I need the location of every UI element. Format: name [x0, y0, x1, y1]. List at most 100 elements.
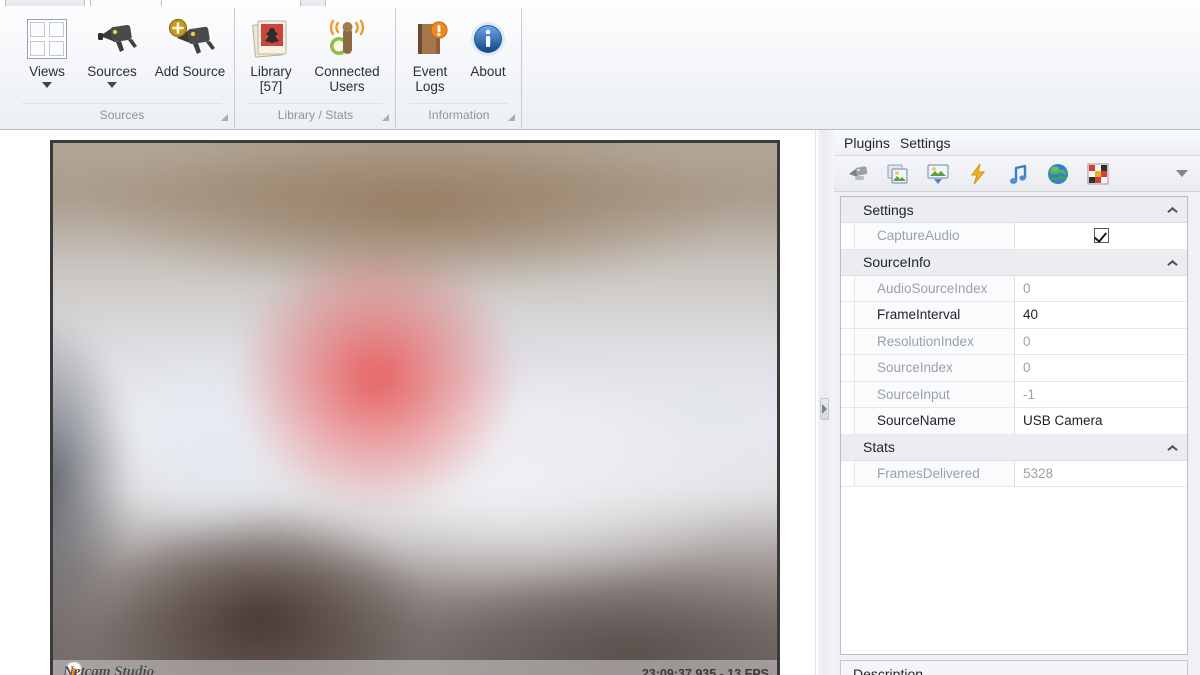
property-row-sourceinput[interactable]: SourceInput -1 — [841, 381, 1187, 408]
ribbon-button-about-label: About — [470, 64, 506, 79]
main-content: Netcam Studio 23:09:37.935 - 13 FPS Plug… — [0, 130, 1200, 675]
property-row-audiosourceindex[interactable]: AudioSourceIndex 0 — [841, 275, 1187, 302]
property-category-label: Stats — [863, 439, 895, 455]
property-category-label: Settings — [863, 201, 914, 218]
capture-audio-checkbox[interactable] — [1093, 228, 1109, 244]
video-status-overlay: Netcam Studio 23:09:37.935 - 13 FPS — [53, 660, 777, 675]
property-row-captureaudio[interactable]: CaptureAudio — [841, 223, 1187, 250]
info-circle-icon — [459, 16, 517, 62]
ribbon-group-information: Event Logs About Information — [397, 8, 522, 128]
property-value[interactable]: 5328 — [1015, 461, 1187, 487]
property-value[interactable]: 0 — [1015, 329, 1187, 355]
property-row-framesdelivered[interactable]: FramesDelivered 5328 — [841, 460, 1187, 487]
splitter-collapse-button[interactable] — [820, 398, 829, 420]
lightning-plugin-icon[interactable] — [966, 162, 990, 186]
panel-title-settings[interactable]: Settings — [900, 135, 951, 151]
globe-plugin-icon[interactable] — [1046, 162, 1070, 186]
video-timestamp: 23:09:37.935 - 13 FPS — [641, 667, 769, 675]
row-gutter — [841, 355, 855, 381]
property-category-label: SourceInfo — [863, 254, 931, 270]
ribbon-button-library[interactable]: Library [57] — [240, 12, 302, 94]
video-watermark: Netcam Studio — [63, 664, 155, 675]
description-title: Description — [853, 666, 924, 675]
ribbon-toolbar: Views Sources Add Source Sources Library… — [0, 6, 1200, 130]
row-gutter — [841, 460, 855, 486]
ribbon-button-event-logs-label: Event Logs — [412, 64, 448, 94]
camera-plus-icon — [146, 16, 234, 62]
audio-plugin-icon[interactable] — [1006, 162, 1030, 186]
ribbon-button-library-label: Library [57] — [250, 64, 292, 94]
panel-title-plugins[interactable]: Plugins — [844, 135, 890, 151]
property-category-row[interactable]: Settings — [841, 197, 1187, 223]
property-name: ResolutionIndex — [855, 328, 1015, 354]
chevron-right-icon — [822, 404, 827, 414]
property-value[interactable]: USB Camera — [1015, 408, 1187, 434]
dialog-launcher-icon[interactable] — [219, 112, 228, 121]
broadcast-user-icon — [302, 16, 392, 62]
property-row-frameinterval[interactable]: FrameInterval 40 — [841, 302, 1187, 329]
chevron-down-icon[interactable] — [107, 82, 117, 88]
video-preview[interactable]: Netcam Studio 23:09:37.935 - 13 FPS — [50, 140, 780, 675]
property-category-row[interactable]: SourceInfo — [841, 249, 1187, 276]
panel-header: Plugins Settings — [834, 130, 1200, 156]
property-grid[interactable]: Settings CaptureAudio SourceInfo AudioSo… — [840, 196, 1188, 655]
color-grid-plugin-icon[interactable] — [1086, 162, 1110, 186]
property-value[interactable]: 0 — [1015, 276, 1187, 302]
plugin-toolbar — [834, 156, 1200, 192]
image-save-plugin-icon[interactable] — [926, 162, 950, 186]
chevron-down-icon[interactable] — [1176, 170, 1188, 177]
photo-stack-icon — [240, 16, 302, 62]
ribbon-group-library-stats-label: Library / Stats — [277, 108, 354, 122]
property-row-sourcename[interactable]: SourceName USB Camera — [841, 408, 1187, 435]
description-panel: Description - - - Cancel — [840, 660, 1188, 675]
ribbon-group-library-stats: Library [57] Connected Users Library / S… — [236, 8, 396, 128]
ribbon-button-event-logs[interactable]: Event Logs — [401, 12, 459, 94]
pane-splitter[interactable] — [818, 130, 834, 675]
row-gutter — [841, 328, 855, 354]
image-copy-plugin-icon[interactable] — [886, 162, 910, 186]
property-value[interactable]: -1 — [1015, 382, 1187, 408]
book-alert-icon — [401, 16, 459, 62]
ribbon-button-views-label: Views — [29, 64, 65, 79]
chevron-up-icon[interactable] — [1167, 259, 1177, 266]
chevron-up-icon[interactable] — [1167, 206, 1177, 213]
property-value[interactable]: 0 — [1015, 355, 1187, 381]
chevron-down-icon[interactable] — [42, 82, 52, 88]
ribbon-button-sources[interactable]: Sources — [78, 12, 146, 88]
ribbon-button-add-source-label: Add Source — [154, 64, 226, 79]
row-gutter — [841, 223, 855, 249]
ribbon-button-about[interactable]: About — [459, 12, 517, 79]
video-frame-image — [53, 143, 777, 675]
property-name: SourceInput — [855, 381, 1015, 407]
ribbon-button-connected-users-label: Connected Users — [314, 64, 380, 94]
group-separator — [248, 103, 383, 104]
property-value[interactable]: 40 — [1015, 302, 1187, 328]
property-name: CaptureAudio — [855, 223, 1015, 249]
settings-pane: Plugins Settings Settings CaptureAudio S… — [834, 130, 1200, 675]
ribbon-group-sources-label: Sources — [99, 108, 145, 122]
property-category-row[interactable]: Stats — [841, 434, 1187, 461]
video-pane: Netcam Studio 23:09:37.935 - 13 FPS — [0, 130, 816, 675]
application-window: Views Sources Add Source Sources Library… — [0, 0, 1200, 675]
row-gutter — [841, 302, 855, 328]
property-row-sourceindex[interactable]: SourceIndex 0 — [841, 355, 1187, 382]
row-gutter — [841, 408, 855, 434]
ribbon-button-views[interactable]: Views — [16, 12, 78, 88]
ribbon-group-sources: Views Sources Add Source Sources — [10, 8, 235, 128]
property-value[interactable] — [1015, 223, 1187, 249]
ribbon-button-add-source[interactable]: Add Source — [146, 12, 234, 79]
group-separator — [409, 103, 509, 104]
ribbon-button-sources-label: Sources — [87, 64, 137, 79]
ribbon-button-connected-users[interactable]: Connected Users — [302, 12, 392, 94]
property-name: FrameInterval — [855, 302, 1015, 328]
chevron-up-icon[interactable] — [1167, 444, 1177, 451]
dialog-launcher-icon[interactable] — [506, 112, 515, 121]
row-gutter — [841, 275, 855, 301]
dialog-launcher-icon[interactable] — [380, 112, 389, 121]
property-name: SourceIndex — [855, 355, 1015, 381]
property-name: SourceName — [855, 408, 1015, 434]
property-row-resolutionindex[interactable]: ResolutionIndex 0 — [841, 328, 1187, 355]
grid-2x2-icon — [16, 16, 78, 62]
camera-plugin-icon[interactable] — [846, 162, 870, 186]
property-name: FramesDelivered — [855, 460, 1015, 486]
